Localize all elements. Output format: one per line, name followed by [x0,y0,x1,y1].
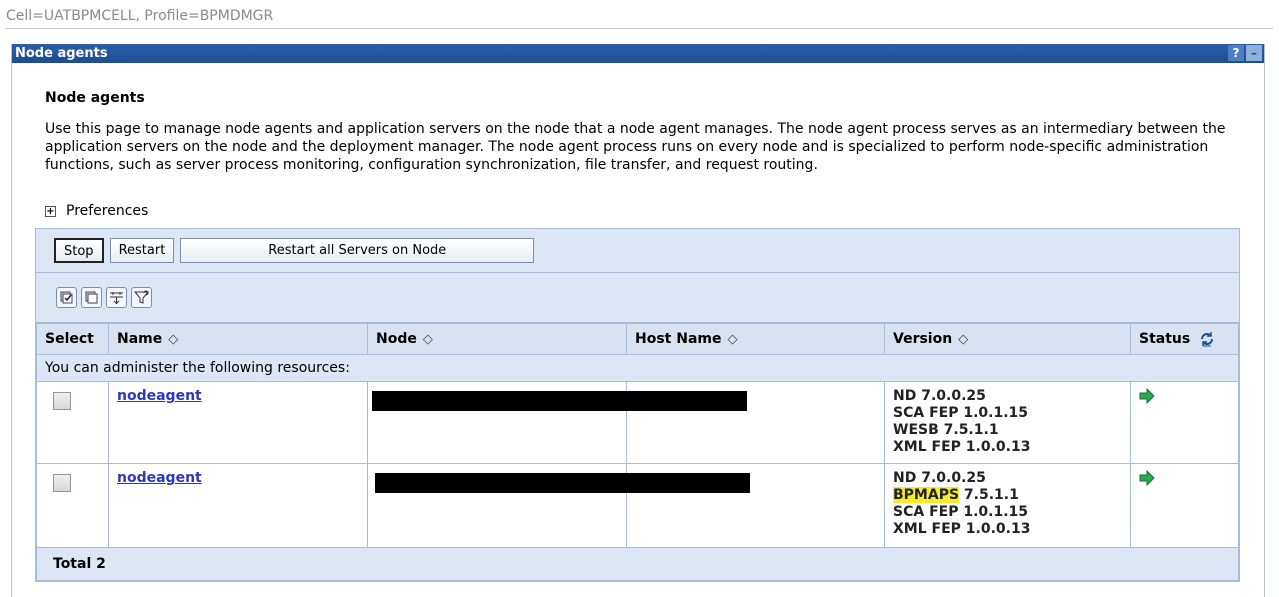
preferences-toggle[interactable]: + Preferences [45,203,148,219]
filter-icon[interactable] [131,287,152,308]
restart-button[interactable]: Restart [109,238,175,263]
name-cell: nodeagent [108,381,368,464]
highlighted-text: BPMAPS [893,487,960,503]
column-name-label[interactable]: Name [117,331,162,347]
info-text: You can administer the following resourc… [36,354,1239,382]
select-cell [36,463,109,548]
version-line: XML FEP 1.0.0.13 [893,439,1031,455]
select-cell [36,381,109,464]
redacted-block [375,473,750,493]
total-row: Total 2 [36,547,1239,581]
column-name[interactable]: Name ◇ [108,323,368,355]
started-arrow-icon [1139,470,1155,486]
version-line: SCA FEP 1.0.1.15 [893,504,1028,520]
version-cell: ND 7.0.0.25 SCA FEP 1.0.1.15 WESB 7.5.1.… [884,381,1131,464]
sort-icon[interactable]: ◇ [727,332,737,347]
column-status-label[interactable]: Status [1139,331,1190,347]
column-select: Select [36,323,109,355]
icon-toolbar [36,273,1239,323]
expand-filter-icon[interactable] [106,287,127,308]
nodeagent-link[interactable]: nodeagent [117,470,202,486]
redacted-block [372,391,747,411]
portlet-titlebar: Node agents ? – [12,44,1264,63]
total-count: Total 2 [36,547,1239,581]
select-all-icon[interactable] [56,287,77,308]
node-agents-table: Select Name ◇ Node ◇ Host Name ◇ Version ◇ S… [36,323,1239,581]
column-node-label[interactable]: Node [376,331,417,347]
deselect-all-icon[interactable] [81,287,102,308]
status-cell [1130,463,1239,548]
button-toolbar: Stop Restart Restart all Servers on Node [36,229,1239,273]
page-title: Node agents [45,90,145,106]
version-cell: ND 7.0.0.25 BPMAPS 7.5.1.1 SCA FEP 1.0.1… [884,463,1131,548]
divider [6,28,1273,29]
column-host-name[interactable]: Host Name ◇ [626,323,885,355]
version-number: 7.5.1.1 [959,487,1019,503]
column-status[interactable]: Status [1130,323,1239,355]
node-agents-portlet: Node agents ? – Node agents Use this pag… [11,44,1265,597]
column-node[interactable]: Node ◇ [367,323,627,355]
preferences-label[interactable]: Preferences [66,203,148,219]
table-header-row: Select Name ◇ Node ◇ Host Name ◇ Version ◇ S… [36,323,1239,355]
expand-icon[interactable]: + [45,205,56,217]
help-icon[interactable]: ? [1228,45,1244,61]
started-arrow-icon [1139,388,1155,404]
version-line: ND 7.0.0.25 [893,388,986,404]
info-row: You can administer the following resourc… [36,354,1239,382]
row-checkbox[interactable] [53,474,71,492]
nodeagent-link[interactable]: nodeagent [117,388,202,404]
column-host-label[interactable]: Host Name [635,331,721,347]
sort-icon[interactable]: ◇ [958,332,968,347]
version-line: ND 7.0.0.25 [893,470,986,486]
version-line: WESB 7.5.1.1 [893,422,999,438]
column-version[interactable]: Version ◇ [884,323,1131,355]
row-checkbox[interactable] [53,392,71,410]
portlet-title: Node agents [15,46,108,61]
name-cell: nodeagent [108,463,368,548]
column-version-label[interactable]: Version [893,331,952,347]
stop-button[interactable]: Stop [54,238,104,263]
version-line: BPMAPS 7.5.1.1 [893,487,1122,504]
restart-all-servers-button[interactable]: Restart all Servers on Node [180,238,535,263]
version-line: XML FEP 1.0.0.13 [893,521,1031,537]
status-cell [1130,381,1239,464]
minimize-icon[interactable]: – [1246,45,1262,61]
breadcrumb: Cell=UATBPMCELL, Profile=BPMDMGR [6,8,274,24]
version-line: SCA FEP 1.0.1.15 [893,405,1028,421]
sort-icon[interactable]: ◇ [168,332,178,347]
refresh-icon[interactable] [1199,331,1215,347]
page-description: Use this page to manage node agents and … [45,121,1226,173]
sort-icon[interactable]: ◇ [423,332,433,347]
